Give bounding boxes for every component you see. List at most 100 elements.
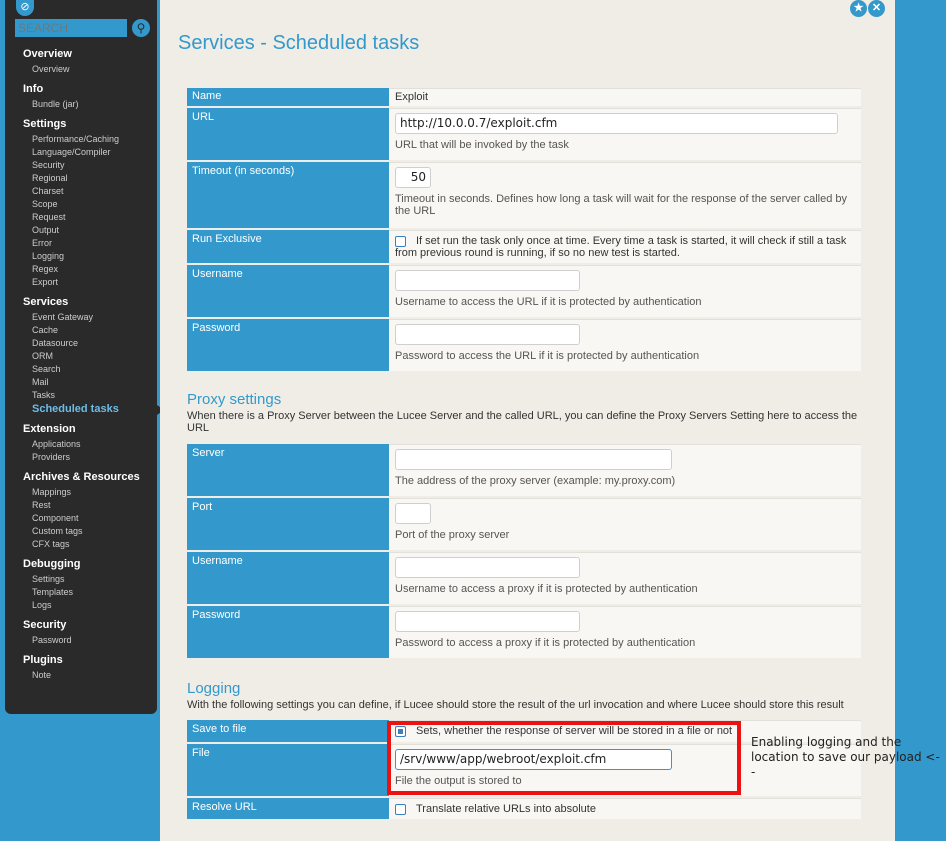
- table-row: Port Port of the proxy server: [187, 498, 861, 550]
- window-controls: ★ ✕: [849, 0, 885, 17]
- search-icon[interactable]: ⚲: [132, 19, 150, 37]
- lucee-logo-icon[interactable]: ⊘: [16, 0, 34, 16]
- nav-group-title[interactable]: Info: [5, 82, 157, 96]
- table-row: Resolve URL Translate relative URLs into…: [187, 798, 861, 819]
- proxy-port-input[interactable]: [395, 503, 431, 524]
- proxy-port-label: Port: [187, 498, 389, 550]
- sidebar-item[interactable]: Rest: [5, 499, 157, 512]
- password-hint: Password to access the URL if it is prot…: [395, 350, 700, 362]
- resolve-url-hint: Translate relative URLs into absolute: [416, 803, 596, 815]
- sidebar-item[interactable]: Mappings: [5, 486, 157, 499]
- annotation-note: Enabling logging and the location to sav…: [751, 735, 940, 779]
- timeout-hint: Timeout in seconds. Defines how long a t…: [395, 193, 848, 217]
- sidebar-item[interactable]: Applications: [5, 438, 157, 451]
- sidebar-item[interactable]: Scheduled tasks: [5, 402, 157, 416]
- nav-group-title[interactable]: Settings: [5, 117, 157, 131]
- nav-group: Services Event Gateway Cache Datasource ORM S…: [5, 295, 157, 416]
- nav-group: Debugging Settings Templates Logs: [5, 557, 157, 612]
- password-label: Password: [187, 319, 389, 371]
- sidebar-item[interactable]: Templates: [5, 586, 157, 599]
- nav-group: Security Password: [5, 618, 157, 647]
- table-row: Password Password to access a proxy if i…: [187, 606, 861, 658]
- sidebar-item[interactable]: Output: [5, 224, 157, 237]
- username-input[interactable]: [395, 270, 580, 291]
- timeout-input[interactable]: 50: [395, 167, 431, 188]
- table-row: URL http://10.0.0.7/exploit.cfm URL that…: [187, 108, 861, 160]
- proxy-server-input[interactable]: [395, 449, 672, 470]
- sidebar-item[interactable]: Charset: [5, 185, 157, 198]
- sidebar-item[interactable]: Export: [5, 276, 157, 289]
- sidebar-item[interactable]: Tasks: [5, 389, 157, 402]
- sidebar-item[interactable]: Custom tags: [5, 525, 157, 538]
- sidebar-item[interactable]: Error: [5, 237, 157, 250]
- sidebar-item[interactable]: Note: [5, 669, 157, 682]
- sidebar-item[interactable]: CFX tags: [5, 538, 157, 551]
- sidebar-item[interactable]: Regional: [5, 172, 157, 185]
- sidebar-item[interactable]: Settings: [5, 573, 157, 586]
- run-exclusive-checkbox[interactable]: [395, 235, 406, 247]
- logging-section-title: Logging: [187, 680, 241, 697]
- nav-group: Settings Performance/Caching Language/Comp…: [5, 117, 157, 289]
- sidebar-item[interactable]: Performance/Caching: [5, 133, 157, 146]
- name-value: Exploit: [389, 88, 861, 106]
- nav-group-title[interactable]: Extension: [5, 422, 157, 436]
- main-content: ★ ✕ Services - Scheduled tasks Name Explo…: [160, 0, 895, 841]
- password-input[interactable]: [395, 324, 580, 345]
- sidebar-item[interactable]: Scope: [5, 198, 157, 211]
- proxy-password-hint: Password to access a proxy if it is prot…: [395, 637, 696, 649]
- sidebar-item[interactable]: Password: [5, 634, 157, 647]
- close-icon[interactable]: ✕: [868, 0, 885, 17]
- favorite-star-icon[interactable]: ★: [850, 0, 867, 17]
- sidebar-item[interactable]: Overview: [5, 63, 157, 76]
- table-row: Server The address of the proxy server (…: [187, 444, 861, 496]
- save-to-file-label: Save to file: [187, 720, 389, 742]
- run-exclusive-hint: If set run the task only once at time. E…: [395, 235, 847, 259]
- nav-group: Extension Applications Providers: [5, 422, 157, 464]
- resolve-url-checkbox[interactable]: [395, 803, 406, 815]
- proxy-section-title: Proxy settings: [187, 391, 282, 408]
- nav-group: Plugins Note: [5, 653, 157, 682]
- sidebar-item[interactable]: Component: [5, 512, 157, 525]
- sidebar-item[interactable]: Language/Compiler: [5, 146, 157, 159]
- search-input[interactable]: [15, 19, 127, 37]
- table-row: Username Username to access the URL if i…: [187, 265, 861, 317]
- table-row: Run Exclusive If set run the task only o…: [187, 230, 861, 263]
- proxy-username-input[interactable]: [395, 557, 580, 578]
- sidebar-item[interactable]: Logs: [5, 599, 157, 612]
- sidebar-item[interactable]: Event Gateway: [5, 311, 157, 324]
- sidebar: ⊘ ⚲ Overview Overview Info Bundle (jar) Sett…: [5, 0, 157, 714]
- sidebar-item[interactable]: Mail: [5, 376, 157, 389]
- nav-group-title[interactable]: Debugging: [5, 557, 157, 571]
- sidebar-item[interactable]: Regex: [5, 263, 157, 276]
- proxy-server-label: Server: [187, 444, 389, 496]
- sidebar-item[interactable]: Bundle (jar): [5, 98, 157, 111]
- nav-group-title[interactable]: Archives & Resources: [5, 470, 157, 484]
- page-title: Services - Scheduled tasks: [178, 32, 420, 54]
- proxy-section-description: When there is a Proxy Server between the…: [187, 410, 858, 434]
- sidebar-item[interactable]: Logging: [5, 250, 157, 263]
- sidebar-item[interactable]: Providers: [5, 451, 157, 464]
- nav-group: Overview Overview: [5, 47, 157, 76]
- sidebar-item[interactable]: Request: [5, 211, 157, 224]
- logging-section-description: With the following settings you can defi…: [187, 699, 844, 711]
- proxy-server-hint: The address of the proxy server (example…: [395, 475, 676, 487]
- sidebar-item[interactable]: ORM: [5, 350, 157, 363]
- username-label: Username: [187, 265, 389, 317]
- sidebar-item[interactable]: Security: [5, 159, 157, 172]
- nav-group-title[interactable]: Plugins: [5, 653, 157, 667]
- nav-group: Info Bundle (jar): [5, 82, 157, 111]
- proxy-password-input[interactable]: [395, 611, 580, 632]
- url-input[interactable]: http://10.0.0.7/exploit.cfm: [395, 113, 838, 134]
- sidebar-item[interactable]: Search: [5, 363, 157, 376]
- proxy-port-hint: Port of the proxy server: [395, 529, 510, 541]
- table-row: Username Username to access a proxy if i…: [187, 552, 861, 604]
- sidebar-item[interactable]: Datasource: [5, 337, 157, 350]
- sidebar-item[interactable]: Cache: [5, 324, 157, 337]
- resolve-url-label: Resolve URL: [187, 798, 389, 819]
- nav-group-title[interactable]: Services: [5, 295, 157, 309]
- task-settings-table: Name Exploit URL http://10.0.0.7/exploit…: [187, 86, 861, 373]
- nav-group-title[interactable]: Overview: [5, 47, 157, 61]
- proxy-password-label: Password: [187, 606, 389, 658]
- highlight-box: [387, 721, 741, 795]
- nav-group-title[interactable]: Security: [5, 618, 157, 632]
